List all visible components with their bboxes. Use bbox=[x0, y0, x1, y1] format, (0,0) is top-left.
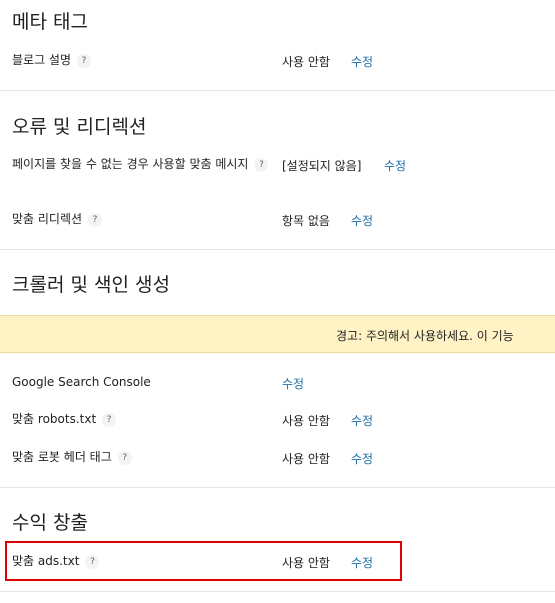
section-title-crawlers-indexing: 크롤러 및 색인 생성 bbox=[12, 274, 170, 296]
edit-link-custom-404-message[interactable]: 수정 bbox=[384, 157, 406, 174]
setting-value-custom-404-message: [설정되지 않음] bbox=[282, 159, 362, 173]
setting-label-text: 맞춤 리디렉션 bbox=[12, 212, 83, 226]
help-icon[interactable]: ? bbox=[254, 157, 269, 172]
edit-link-custom-redirects[interactable]: 수정 bbox=[351, 212, 373, 229]
setting-label-custom-robots-header-tags: 맞춤 로봇 헤더 태그? bbox=[12, 449, 132, 466]
setting-label-text: 맞춤 로봇 헤더 태그 bbox=[12, 450, 112, 464]
setting-label-google-search-console: Google Search Console bbox=[12, 375, 151, 389]
edit-link-custom-robots-header-tags[interactable]: 수정 bbox=[351, 450, 373, 467]
help-icon[interactable]: ? bbox=[85, 554, 100, 569]
edit-link-custom-ads-txt[interactable]: 수정 bbox=[351, 554, 373, 571]
section-title-meta-tags: 메타 태그 bbox=[12, 11, 88, 33]
edit-link-google-search-console[interactable]: 수정 bbox=[282, 375, 304, 392]
section-divider bbox=[0, 487, 555, 488]
setting-label-custom-redirects: 맞춤 리디렉션? bbox=[12, 211, 103, 228]
setting-label-custom-ads-txt: 맞춤 ads.txt? bbox=[12, 553, 100, 570]
setting-value-custom-robots-txt: 사용 안함 bbox=[282, 414, 330, 428]
edit-link-blog-description[interactable]: 수정 bbox=[351, 53, 373, 70]
setting-label-text: 맞춤 robots.txt bbox=[12, 412, 97, 426]
help-icon[interactable]: ? bbox=[117, 450, 132, 465]
help-icon[interactable]: ? bbox=[88, 212, 103, 227]
setting-value-custom-robots-header-tags: 사용 안함 bbox=[282, 452, 330, 466]
setting-value-custom-redirects: 항목 없음 bbox=[282, 214, 330, 228]
setting-value-custom-ads-txt: 사용 안함 bbox=[282, 556, 330, 570]
edit-link-custom-robots-txt[interactable]: 수정 bbox=[351, 412, 373, 429]
setting-label-text: 페이지를 찾을 수 없는 경우 사용할 맞춤 메시지 bbox=[12, 157, 249, 171]
section-divider bbox=[0, 249, 555, 250]
setting-label-text: 블로그 설명 bbox=[12, 53, 72, 67]
setting-label-custom-404-message: 페이지를 찾을 수 없는 경우 사용할 맞춤 메시지? bbox=[12, 156, 282, 173]
section-divider bbox=[0, 591, 555, 592]
section-divider bbox=[0, 90, 555, 91]
setting-value-blog-description: 사용 안함 bbox=[282, 55, 330, 69]
warning-banner: 경고: 주의해서 사용하세요. 이 기능 bbox=[0, 315, 555, 353]
help-icon[interactable]: ? bbox=[102, 412, 117, 427]
section-title-errors-redirects: 오류 및 리디렉션 bbox=[12, 116, 147, 138]
setting-label-text: 맞춤 ads.txt bbox=[12, 554, 80, 568]
warning-text: 경고: 주의해서 사용하세요. 이 기능 bbox=[336, 329, 514, 343]
help-icon[interactable]: ? bbox=[77, 53, 92, 68]
section-title-monetization: 수익 창출 bbox=[12, 512, 88, 534]
setting-label-custom-robots-txt: 맞춤 robots.txt? bbox=[12, 411, 117, 428]
setting-label-blog-description: 블로그 설명? bbox=[12, 52, 92, 69]
